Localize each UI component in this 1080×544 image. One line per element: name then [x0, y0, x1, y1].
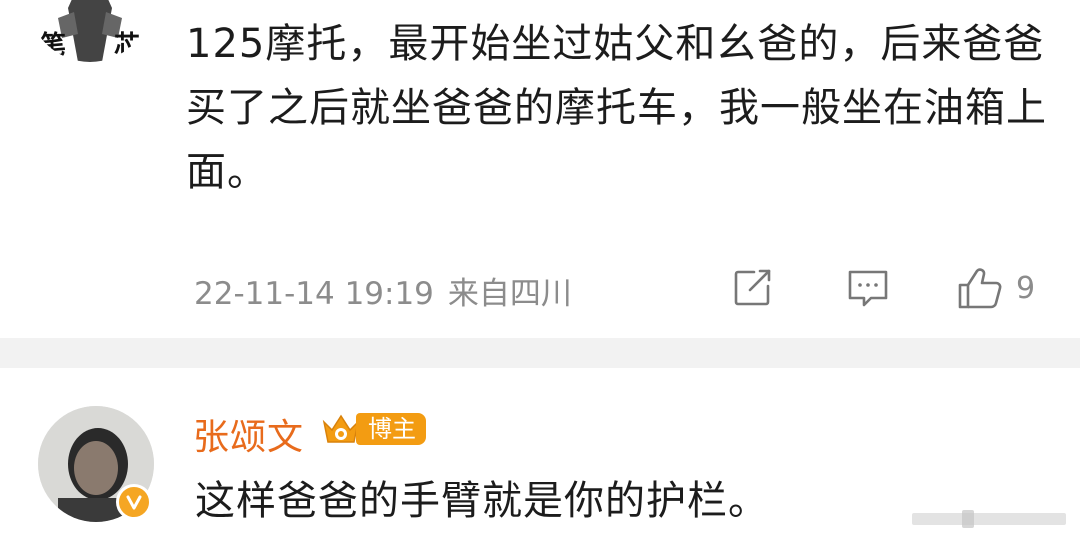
reply-item: 张颂文 博主 这样爸爸的手臂就是你的护栏。: [0, 368, 1080, 544]
section-divider: [0, 338, 1080, 368]
comment-button[interactable]: [845, 263, 891, 313]
verified-v-icon: [116, 484, 152, 520]
reply-username[interactable]: 张颂文: [193, 408, 304, 460]
like-button[interactable]: 9: [956, 263, 1035, 313]
host-badge-label: 博主: [356, 413, 426, 445]
reply-text: 这样爸爸的手臂就是你的护栏。: [195, 478, 769, 524]
weibo-comment-page: 笔 芯 125摩托，最开始坐过姑父和幺爸的，后来爸爸买了之后就坐爸爸的摩托车，我…: [0, 0, 1080, 544]
watermark: [912, 510, 1066, 528]
like-icon: [956, 265, 1004, 311]
repost-button[interactable]: [730, 263, 774, 313]
comment-location: 来自四川: [447, 276, 572, 312]
svg-text:笔: 笔: [40, 30, 66, 61]
comment-meta: 22-11-14 19:19 来自四川: [194, 268, 572, 313]
comment-text: 125摩托，最开始坐过姑父和幺爸的，后来爸爸买了之后就坐爸爸的摩托车，我一般坐在…: [186, 21, 1047, 195]
comment-timestamp: 22-11-14 19:19: [194, 276, 434, 312]
svg-text:芯: 芯: [114, 31, 140, 61]
commenter-avatar[interactable]: 笔 芯: [28, 0, 152, 62]
repost-icon: [730, 266, 774, 310]
comment-item: 笔 芯 125摩托，最开始坐过姑父和幺爸的，后来爸爸买了之后就坐爸爸的摩托车，我…: [0, 0, 1080, 338]
reply-avatar[interactable]: [38, 406, 154, 522]
comment-icon: [845, 266, 891, 310]
host-badge: 博主: [320, 408, 426, 450]
like-count: 9: [1016, 270, 1036, 306]
